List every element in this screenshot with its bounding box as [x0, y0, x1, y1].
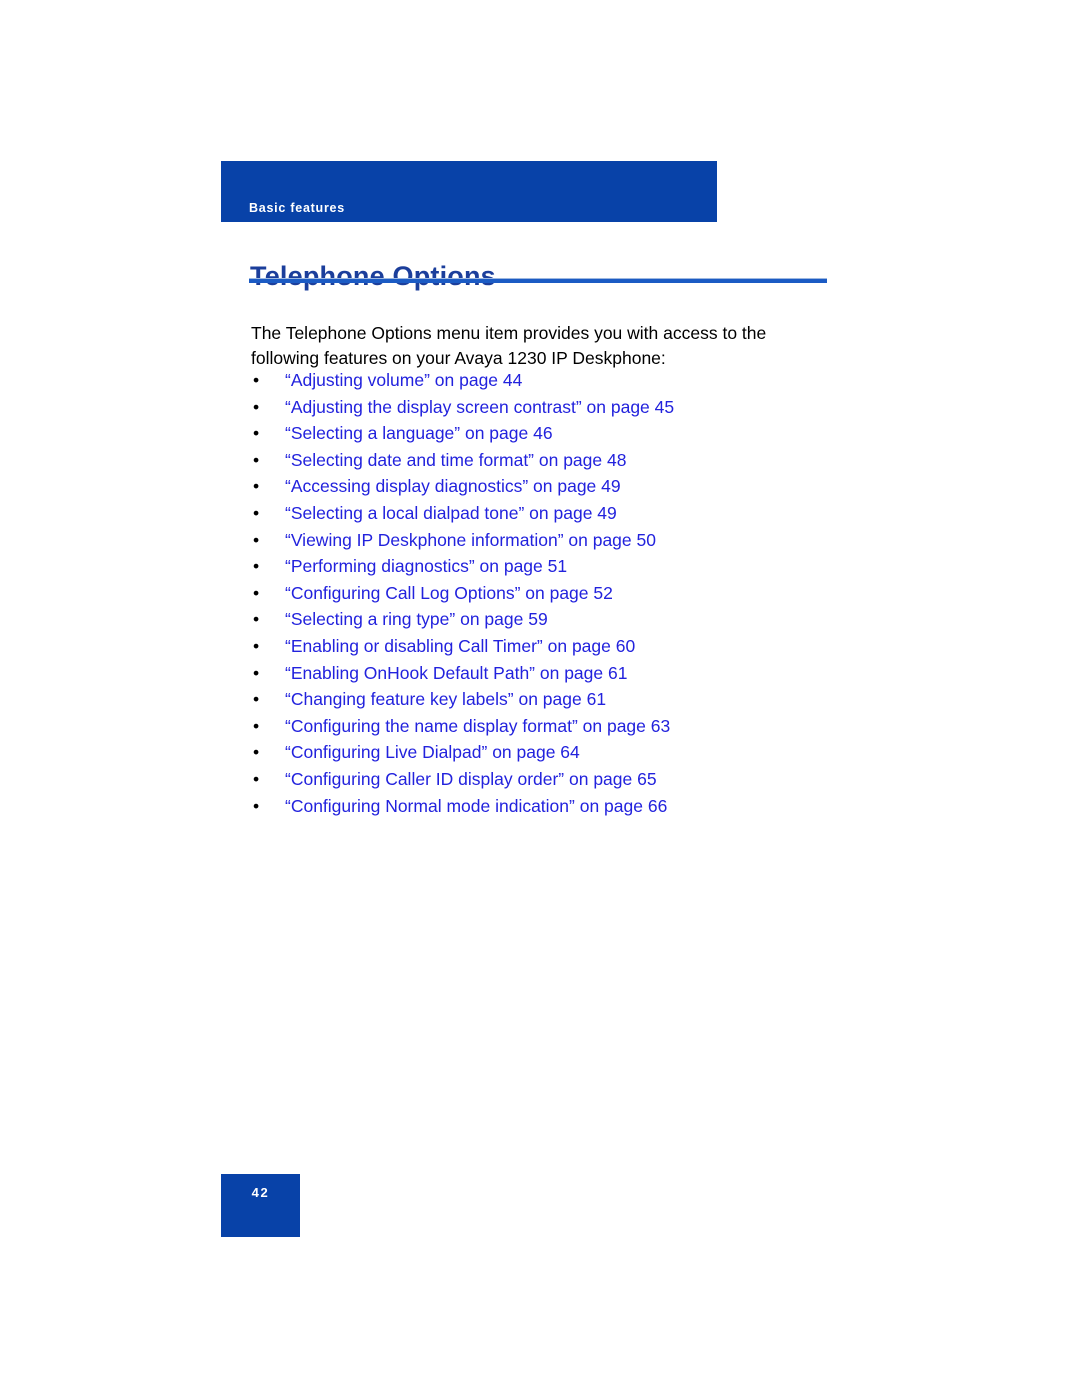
intro-paragraph: The Telephone Options menu item provides…	[251, 322, 767, 368]
cross-reference-link[interactable]: “Selecting a language” on page 46	[285, 423, 553, 443]
bullet-point-icon: •	[253, 370, 260, 390]
cross-reference-list: • “Adjusting volume” on page 44 • “Adjustin…	[251, 367, 851, 819]
list-item[interactable]: • “Enabling or disabling Call Timer” on p…	[251, 633, 851, 660]
bullet-point-icon: •	[253, 662, 260, 683]
list-item[interactable]: • “Configuring Live Dialpad” on page 64	[251, 739, 851, 766]
page-number-label: 42	[251, 1185, 270, 1200]
cross-reference-link[interactable]: “Selecting a local dialpad tone” on page…	[285, 503, 617, 523]
page-title: Telephone Options	[250, 261, 496, 292]
list-item[interactable]: • “Adjusting volume” on page 44	[251, 367, 851, 394]
cross-reference-link[interactable]: “Configuring Live Dialpad” on page 64	[285, 742, 580, 762]
bullet-point-icon: •	[253, 609, 260, 630]
list-item[interactable]: • “Configuring Call Log Options” on page …	[251, 580, 851, 607]
bullet-point-icon: •	[253, 529, 260, 550]
bullet-point-icon: •	[253, 795, 260, 816]
list-item[interactable]: • “Performing diagnostics” on page 51	[251, 553, 851, 580]
cross-reference-link[interactable]: “Configuring Call Log Options” on page 5…	[285, 583, 613, 603]
cross-reference-link[interactable]: “Enabling or disabling Call Timer” on pa…	[285, 636, 635, 656]
bullet-point-icon: •	[253, 742, 260, 763]
list-item[interactable]: • “Accessing display diagnostics” on page…	[251, 473, 851, 500]
cross-reference-link[interactable]: “Enabling OnHook Default Path” on page 6…	[285, 663, 627, 683]
cross-reference-link[interactable]: “Configuring Caller ID display order” on…	[285, 769, 657, 789]
cross-reference-link[interactable]: “Adjusting the display screen contrast” …	[285, 397, 674, 417]
list-item[interactable]: • “Configuring Normal mode indication” on…	[251, 793, 851, 820]
bullet-point-icon: •	[253, 396, 260, 417]
cross-reference-link[interactable]: “Changing feature key labels” on page 61	[285, 689, 606, 709]
cross-reference-link[interactable]: “Selecting a ring type” on page 59	[285, 609, 548, 629]
list-item[interactable]: • “Configuring the name display format” o…	[251, 713, 851, 740]
cross-reference-link[interactable]: “Configuring Normal mode indication” on …	[285, 796, 667, 816]
list-item[interactable]: • “Changing feature key labels” on page 6…	[251, 686, 851, 713]
list-item[interactable]: • “Enabling OnHook Default Path” on page …	[251, 660, 851, 687]
list-item[interactable]: • “Viewing IP Deskphone information” on p…	[251, 527, 851, 554]
bullet-point-icon: •	[253, 449, 260, 470]
section-header-label: Basic features	[249, 201, 345, 215]
bullet-point-icon: •	[253, 476, 260, 497]
bullet-point-icon: •	[253, 635, 260, 656]
document-page: Basic features Telephone Options The Tel…	[0, 0, 1080, 1397]
bullet-point-icon: •	[253, 423, 260, 444]
bullet-point-icon: •	[253, 556, 260, 577]
list-item[interactable]: • “Selecting a ring type” on page 59	[251, 606, 851, 633]
cross-reference-link[interactable]: “Performing diagnostics” on page 51	[285, 556, 567, 576]
cross-reference-link[interactable]: “Adjusting volume” on page 44	[285, 370, 522, 390]
bullet-point-icon: •	[253, 689, 260, 710]
bullet-point-icon: •	[253, 768, 260, 789]
bullet-point-icon: •	[253, 582, 260, 603]
list-item[interactable]: • “Selecting a local dialpad tone” on pag…	[251, 500, 851, 527]
cross-reference-link[interactable]: “Selecting date and time format” on page…	[285, 450, 626, 470]
cross-reference-link[interactable]: “Accessing display diagnostics” on page …	[285, 476, 621, 496]
list-item[interactable]: • “Selecting date and time format” on pag…	[251, 447, 851, 474]
list-item[interactable]: • “Adjusting the display screen contrast”…	[251, 394, 851, 421]
page-number-block: 42	[221, 1174, 300, 1237]
list-item[interactable]: • “Configuring Caller ID display order” o…	[251, 766, 851, 793]
bullet-point-icon: •	[253, 715, 260, 736]
title-underline-rule	[249, 278, 827, 283]
bullet-point-icon: •	[253, 502, 260, 523]
cross-reference-link[interactable]: “Configuring the name display format” on…	[285, 716, 670, 736]
section-header-banner: Basic features	[221, 161, 717, 222]
list-item[interactable]: • “Selecting a language” on page 46	[251, 420, 851, 447]
cross-reference-link[interactable]: “Viewing IP Deskphone information” on pa…	[285, 530, 656, 550]
